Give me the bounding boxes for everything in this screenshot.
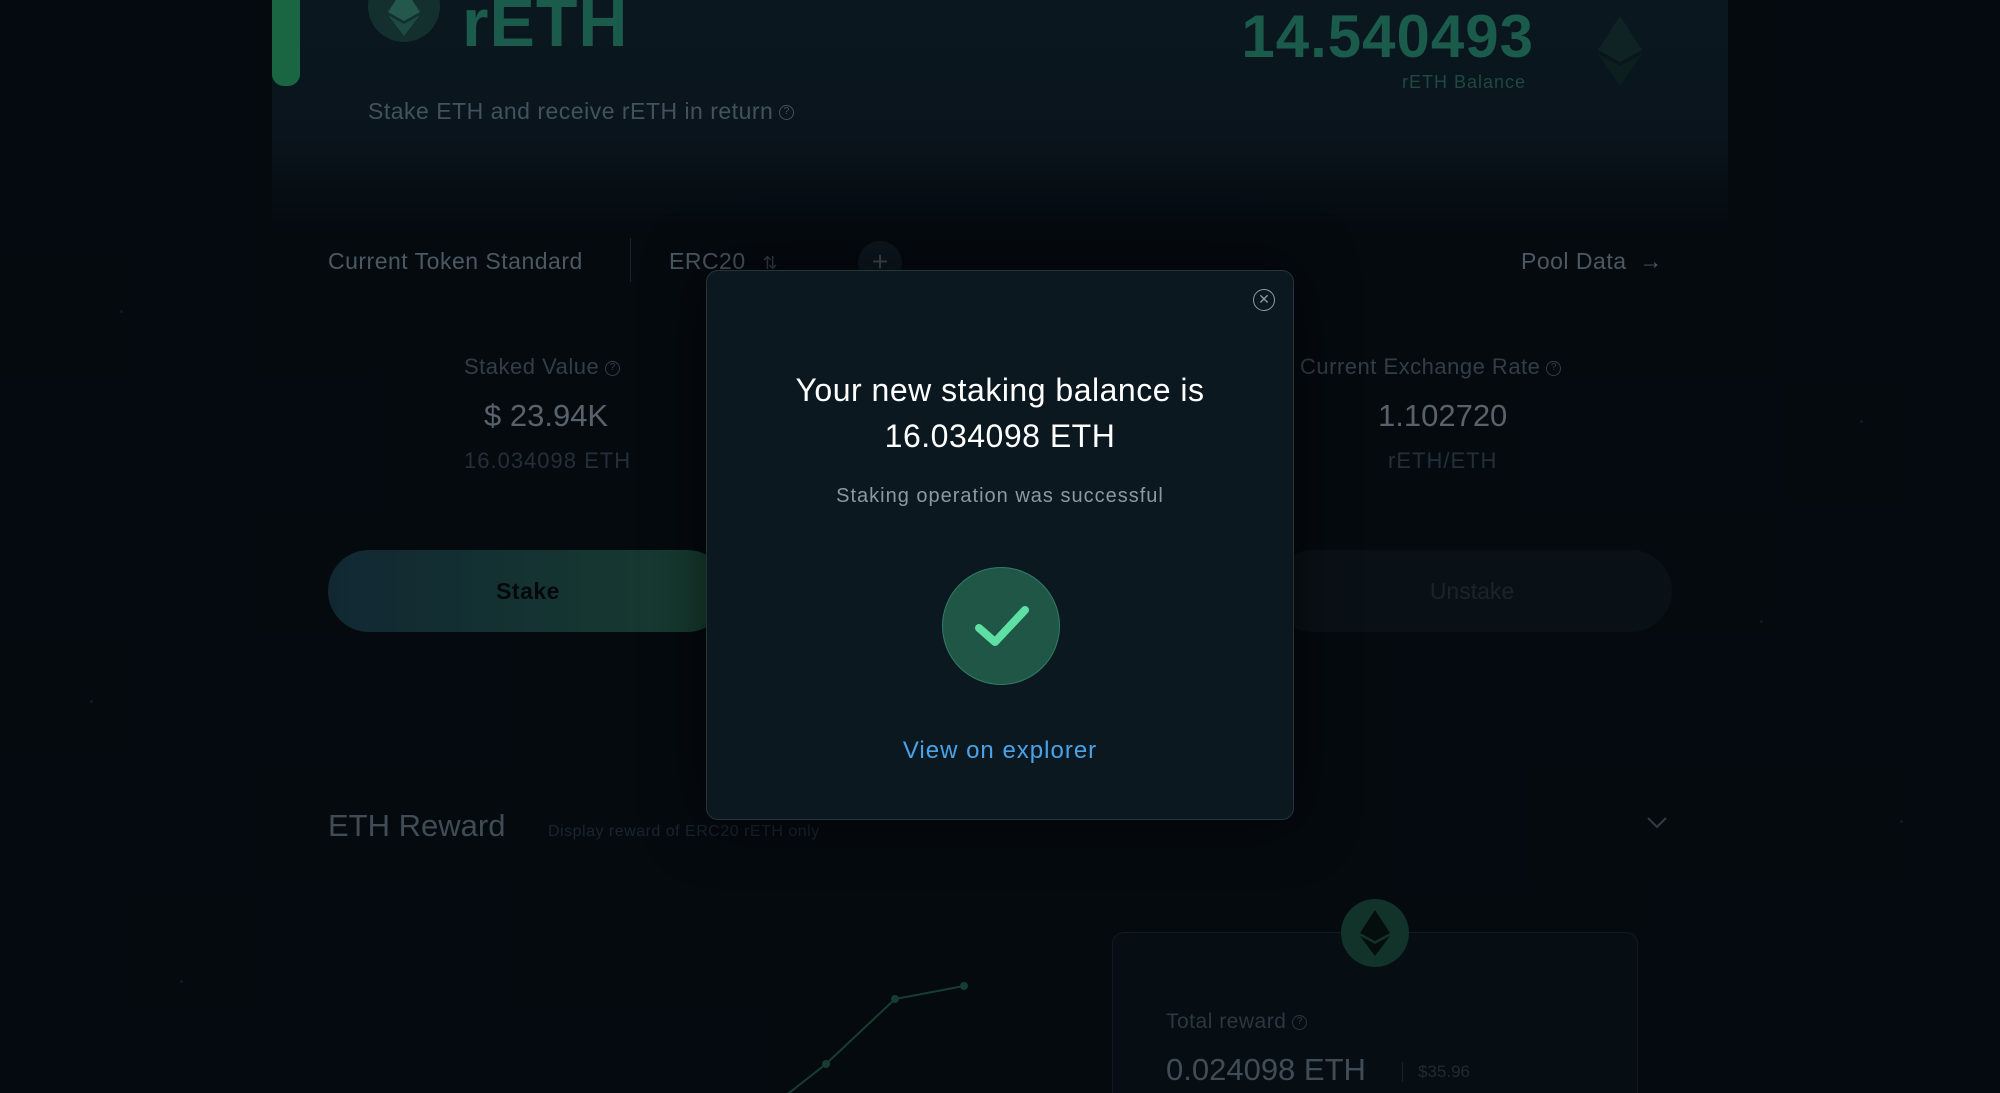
success-badge <box>942 567 1060 685</box>
staking-success-modal: ✕ Your new staking balance is 16.034098 … <box>706 270 1294 820</box>
modal-title-line1: Your new staking balance is <box>795 372 1205 408</box>
modal-title: Your new staking balance is 16.034098 ET… <box>707 367 1293 459</box>
staking-page: rETH Stake ETH and receive rETH in retur… <box>0 0 2000 1093</box>
check-icon <box>975 606 1029 646</box>
close-icon[interactable]: ✕ <box>1253 289 1275 311</box>
modal-subtitle: Staking operation was successful <box>836 485 1164 507</box>
view-on-explorer-link[interactable]: View on explorer <box>707 737 1293 765</box>
modal-title-line2: 16.034098 ETH <box>884 418 1116 454</box>
